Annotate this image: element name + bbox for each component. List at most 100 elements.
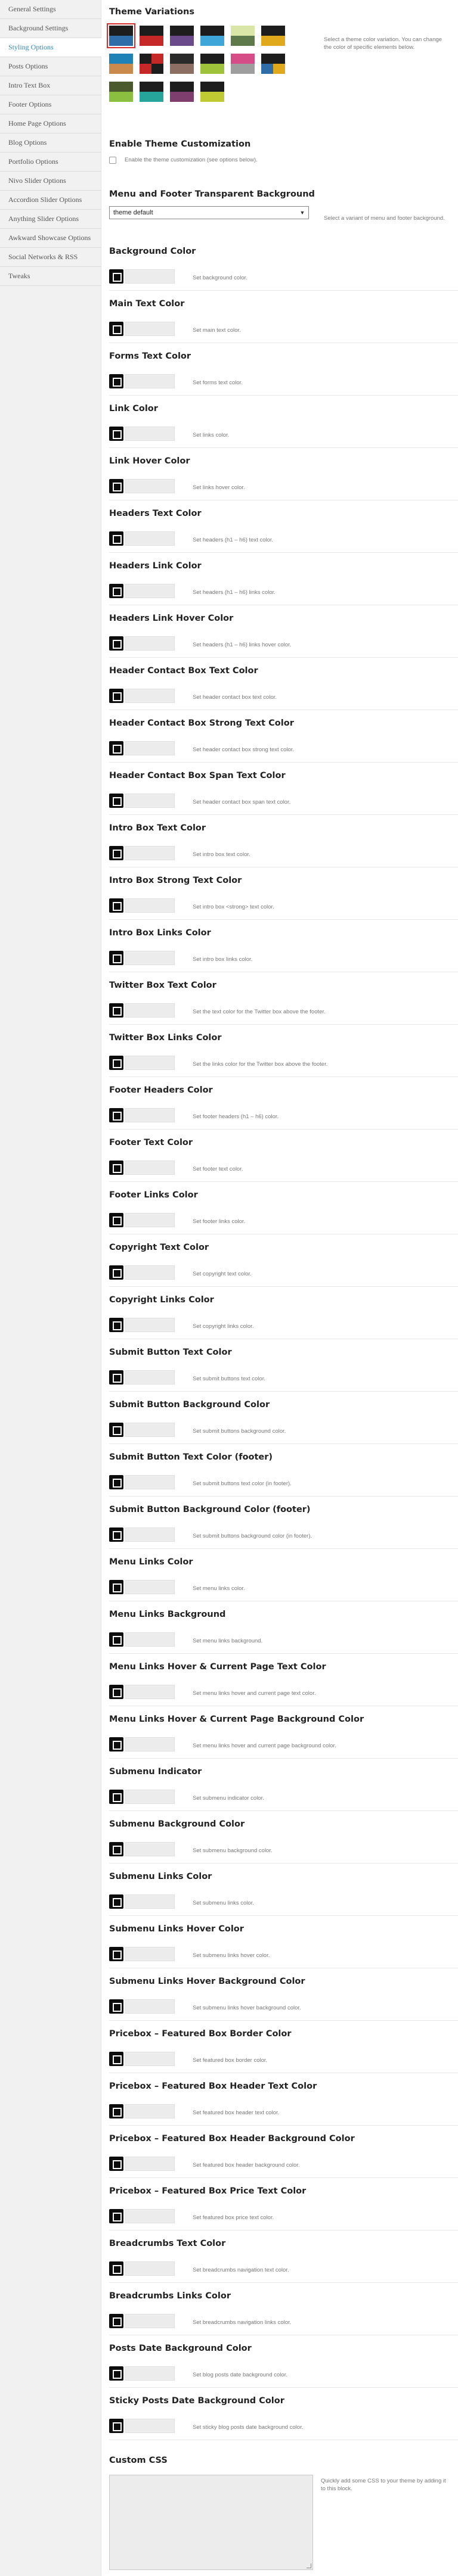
theme-swatch[interactable]: [170, 26, 194, 46]
color-hex-input[interactable]: [125, 2366, 175, 2381]
color-hex-input[interactable]: [125, 479, 175, 493]
theme-swatch[interactable]: [261, 54, 285, 74]
theme-swatch[interactable]: [140, 82, 163, 102]
theme-swatch[interactable]: [140, 26, 163, 46]
color-picker-icon[interactable]: [109, 1790, 123, 1804]
color-hex-input[interactable]: [125, 584, 175, 598]
color-picker-icon[interactable]: [109, 1475, 123, 1489]
color-picker-icon[interactable]: [109, 1685, 123, 1699]
color-picker-icon[interactable]: [109, 1213, 123, 1227]
color-hex-input[interactable]: [125, 1423, 175, 1437]
color-hex-input[interactable]: [125, 1685, 175, 1699]
color-picker-icon[interactable]: [109, 1003, 123, 1018]
color-picker-icon[interactable]: [109, 531, 123, 546]
color-picker-icon[interactable]: [109, 479, 123, 493]
color-picker-icon[interactable]: [109, 2366, 123, 2381]
color-picker-icon[interactable]: [109, 1161, 123, 1175]
color-hex-input[interactable]: [125, 1999, 175, 2014]
color-picker-icon[interactable]: [109, 1527, 123, 1542]
sidebar-item[interactable]: Background Settings: [0, 19, 101, 38]
theme-swatch[interactable]: [109, 54, 133, 74]
color-picker-icon[interactable]: [109, 1947, 123, 1961]
color-picker-icon[interactable]: [109, 2157, 123, 2171]
color-hex-input[interactable]: [125, 1632, 175, 1647]
theme-swatch[interactable]: [140, 54, 163, 74]
theme-swatch[interactable]: [200, 26, 224, 46]
sidebar-item[interactable]: General Settings: [0, 0, 101, 19]
color-hex-input[interactable]: [125, 2052, 175, 2066]
color-hex-input[interactable]: [125, 1213, 175, 1227]
theme-swatch[interactable]: [107, 23, 135, 48]
theme-swatch[interactable]: [170, 54, 194, 74]
sidebar-item[interactable]: Awkward Showcase Options: [0, 229, 101, 248]
custom-css-textarea[interactable]: [109, 2475, 313, 2570]
color-hex-input[interactable]: [125, 531, 175, 546]
color-hex-input[interactable]: [125, 1790, 175, 1804]
color-hex-input[interactable]: [125, 2209, 175, 2223]
color-hex-input[interactable]: [125, 951, 175, 965]
color-picker-icon[interactable]: [109, 689, 123, 703]
color-picker-icon[interactable]: [109, 794, 123, 808]
theme-swatch[interactable]: [231, 26, 255, 46]
sidebar-item[interactable]: Styling Options: [0, 38, 101, 57]
color-hex-input[interactable]: [125, 1842, 175, 1856]
color-hex-input[interactable]: [125, 1527, 175, 1542]
color-picker-icon[interactable]: [109, 898, 123, 913]
color-hex-input[interactable]: [125, 269, 175, 284]
color-hex-input[interactable]: [125, 1108, 175, 1122]
sidebar-item[interactable]: Footer Options: [0, 95, 101, 114]
sidebar-item[interactable]: Home Page Options: [0, 114, 101, 133]
color-picker-icon[interactable]: [109, 2209, 123, 2223]
color-hex-input[interactable]: [125, 2261, 175, 2276]
color-hex-input[interactable]: [125, 2419, 175, 2433]
sidebar-item[interactable]: Social Networks & RSS: [0, 248, 101, 267]
color-hex-input[interactable]: [125, 794, 175, 808]
color-picker-icon[interactable]: [109, 2052, 123, 2066]
theme-swatch[interactable]: [170, 82, 194, 102]
color-picker-icon[interactable]: [109, 1632, 123, 1647]
color-hex-input[interactable]: [125, 374, 175, 388]
color-hex-input[interactable]: [125, 322, 175, 336]
color-hex-input[interactable]: [125, 1318, 175, 1332]
sidebar-item[interactable]: Portfolio Options: [0, 153, 101, 172]
sidebar-item[interactable]: Nivo Slider Options: [0, 172, 101, 191]
color-hex-input[interactable]: [125, 1370, 175, 1385]
color-hex-input[interactable]: [125, 1947, 175, 1961]
color-hex-input[interactable]: [125, 2314, 175, 2328]
color-picker-icon[interactable]: [109, 1580, 123, 1594]
resize-handle-icon[interactable]: [307, 2563, 311, 2568]
color-picker-icon[interactable]: [109, 2261, 123, 2276]
color-hex-input[interactable]: [125, 1161, 175, 1175]
color-picker-icon[interactable]: [109, 636, 123, 651]
color-picker-icon[interactable]: [109, 1999, 123, 2014]
menu-footer-transparent-select[interactable]: theme default ▼: [109, 206, 309, 219]
color-picker-icon[interactable]: [109, 584, 123, 598]
theme-swatch[interactable]: [200, 82, 224, 102]
sidebar-item[interactable]: Accordion Slider Options: [0, 191, 101, 210]
color-picker-icon[interactable]: [109, 2104, 123, 2118]
sidebar-item[interactable]: Intro Text Box: [0, 76, 101, 95]
color-hex-input[interactable]: [125, 1737, 175, 1751]
color-picker-icon[interactable]: [109, 1842, 123, 1856]
color-hex-input[interactable]: [125, 898, 175, 913]
color-picker-icon[interactable]: [109, 1894, 123, 1909]
color-hex-input[interactable]: [125, 1475, 175, 1489]
color-hex-input[interactable]: [125, 2104, 175, 2118]
color-hex-input[interactable]: [125, 1580, 175, 1594]
theme-swatch[interactable]: [231, 54, 255, 74]
enable-customization-checkbox[interactable]: [109, 156, 116, 164]
color-picker-icon[interactable]: [109, 1737, 123, 1751]
color-hex-input[interactable]: [125, 1056, 175, 1070]
color-picker-icon[interactable]: [109, 427, 123, 441]
sidebar-item[interactable]: Blog Options: [0, 133, 101, 153]
color-hex-input[interactable]: [125, 2157, 175, 2171]
color-hex-input[interactable]: [125, 689, 175, 703]
color-picker-icon[interactable]: [109, 1108, 123, 1122]
sidebar-item[interactable]: Tweaks: [0, 267, 101, 286]
theme-swatch[interactable]: [200, 54, 224, 74]
color-hex-input[interactable]: [125, 636, 175, 651]
color-hex-input[interactable]: [125, 846, 175, 860]
color-picker-icon[interactable]: [109, 951, 123, 965]
sidebar-item[interactable]: Anything Slider Options: [0, 210, 101, 229]
color-picker-icon[interactable]: [109, 269, 123, 284]
